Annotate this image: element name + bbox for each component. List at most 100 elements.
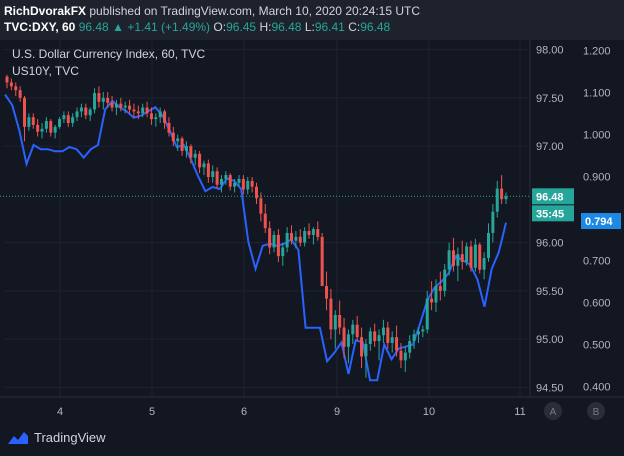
us10y-overlay-series — [4, 94, 507, 382]
candle-body — [495, 188, 499, 212]
candle-body — [421, 329, 425, 332]
x-axis-tick: 10 — [423, 406, 435, 418]
candle-body — [298, 236, 302, 243]
price-tags: 96.48 35:45 0.794 — [0, 188, 621, 230]
candle-body — [180, 138, 184, 151]
candle-body — [259, 198, 263, 214]
candle-body — [211, 171, 215, 178]
left-axis-tick: 97.00 — [536, 141, 564, 153]
chart-legend: U.S. Dollar Currency Index, 60, TVC US10… — [12, 46, 205, 80]
candle-body — [246, 180, 250, 190]
candle-body — [303, 231, 307, 243]
candle-body — [62, 115, 66, 120]
candle-body — [500, 188, 504, 200]
candle-body — [360, 337, 364, 357]
candle-body — [128, 105, 132, 110]
candle-body — [451, 250, 455, 266]
candle-body — [36, 124, 40, 132]
candle-body — [329, 298, 333, 330]
x-axis-tick: 9 — [334, 406, 340, 418]
candle-body — [233, 182, 237, 187]
left-axis-tick: 95.00 — [536, 334, 564, 346]
candle-body — [460, 254, 464, 262]
candle-body — [355, 324, 359, 338]
candle-body — [193, 153, 197, 158]
candle-body — [377, 335, 381, 342]
right-axis-tick: 1.100 — [583, 88, 611, 100]
candle-body — [430, 298, 434, 303]
candle-body — [311, 229, 315, 235]
candle-body — [9, 82, 13, 87]
candle-body — [215, 171, 219, 185]
candle-body — [23, 97, 27, 127]
x-axis-tick: 4 — [57, 406, 63, 418]
candle-body — [486, 232, 490, 259]
candle-body — [202, 163, 206, 168]
candle-body — [290, 232, 294, 241]
legend-overlay-series[interactable]: US10Y, TVC — [12, 63, 205, 80]
candle-body — [158, 111, 162, 118]
candle-body — [167, 122, 171, 133]
candle-body — [325, 286, 329, 299]
right-axis-tick: 0.900 — [583, 172, 611, 184]
right-axis-tick: 0.400 — [583, 382, 611, 394]
candle-body — [263, 213, 267, 229]
brand-name: TradingView — [34, 430, 106, 445]
candle-body — [40, 128, 44, 132]
candle-body — [58, 119, 62, 127]
candle-body — [31, 117, 35, 125]
candle-body — [5, 76, 9, 83]
right-axis-tick: 1.200 — [583, 46, 611, 58]
candle-body — [224, 175, 228, 179]
candle-body — [97, 93, 101, 102]
us10y-line — [4, 94, 507, 382]
candle-body — [84, 107, 88, 116]
tradingview-logo[interactable]: TradingView — [8, 430, 106, 445]
candle-body — [342, 327, 346, 347]
left-axis-tick: 96.00 — [536, 238, 564, 250]
candle-body — [136, 111, 140, 114]
tradingview-logo-icon — [8, 431, 28, 444]
candlestick-series — [5, 74, 508, 378]
axis-button-label[interactable]: A — [550, 407, 557, 418]
candle-body — [425, 298, 429, 330]
candle-body — [18, 90, 22, 98]
candle-body — [443, 269, 447, 291]
x-axis-tick: 11 — [514, 406, 525, 418]
candle-body — [285, 232, 289, 248]
candle-body — [412, 334, 416, 342]
candle-body — [416, 331, 420, 335]
candle-body — [241, 178, 245, 190]
candle-body — [123, 105, 127, 108]
candle-body — [316, 229, 320, 237]
candle-body — [320, 236, 324, 287]
candle-body — [237, 178, 241, 183]
candle-body — [469, 246, 473, 268]
candle-body — [478, 244, 482, 270]
right-axis-tick: 0.500 — [583, 340, 611, 352]
candle-body — [381, 327, 385, 336]
candle-body — [93, 93, 97, 110]
candle-body — [114, 103, 118, 108]
candle-body — [447, 250, 451, 270]
candle-body — [88, 109, 92, 116]
candle-body — [141, 107, 145, 114]
x-axis-tick: 6 — [241, 406, 247, 418]
axis-button-label[interactable]: B — [593, 407, 600, 418]
candle-body — [408, 341, 412, 353]
candle-body — [14, 86, 18, 91]
left-axis-tick: 95.50 — [536, 286, 564, 298]
left-axis-tick: 97.50 — [536, 93, 564, 105]
x-axis-tick: 5 — [149, 406, 155, 418]
candle-body — [373, 331, 377, 342]
overlay-value-tag-label: 0.794 — [585, 216, 613, 228]
candle-body — [219, 178, 223, 185]
candle-body — [149, 113, 153, 120]
candle-body — [482, 258, 486, 270]
candle-body — [27, 117, 31, 127]
candle-body — [119, 103, 123, 108]
candle-body — [338, 314, 342, 328]
legend-main-series[interactable]: U.S. Dollar Currency Index, 60, TVC — [12, 46, 205, 63]
candle-body — [171, 132, 175, 142]
candle-body — [71, 117, 75, 123]
